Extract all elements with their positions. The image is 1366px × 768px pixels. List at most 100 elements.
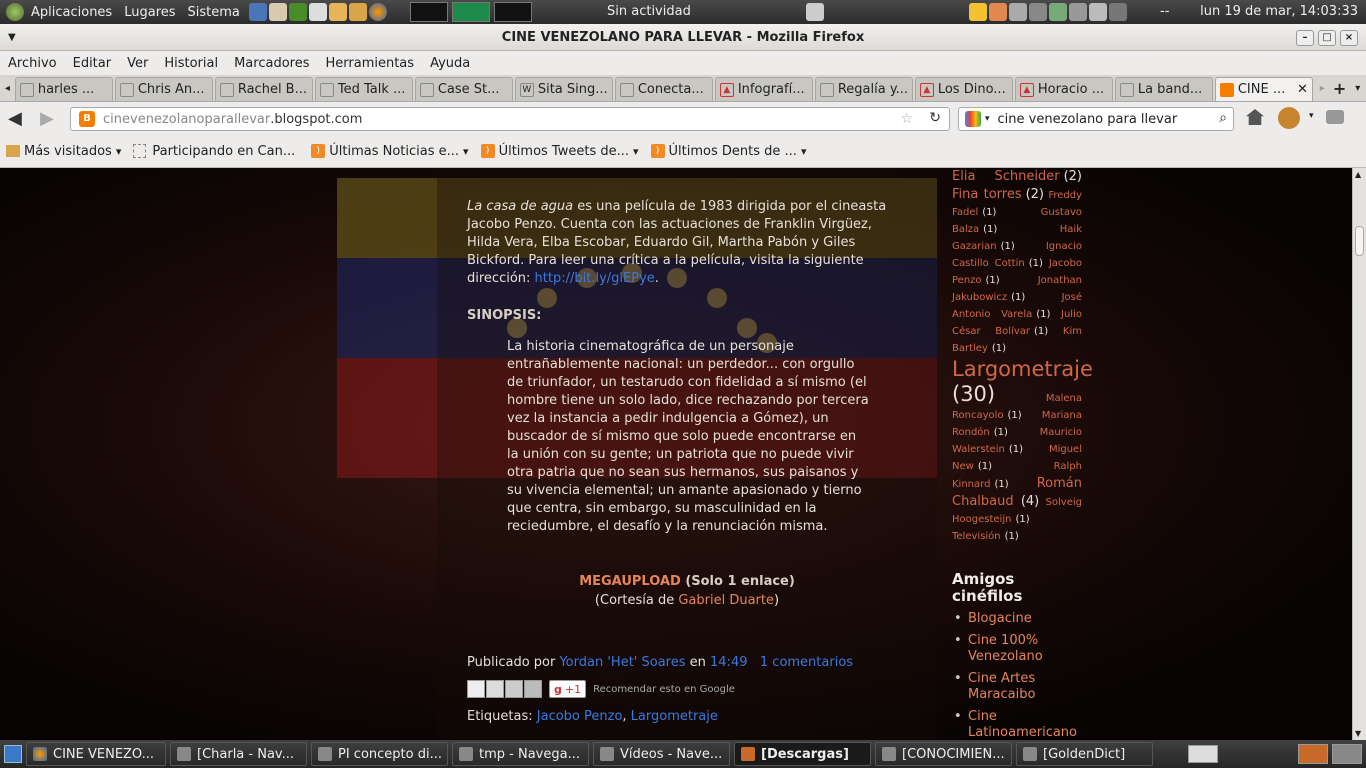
friend-link[interactable]: • Cine Latinoamericano bbox=[952, 709, 1082, 740]
tab-5[interactable]: W Sita Sing... bbox=[514, 77, 613, 101]
notes-applet-icon[interactable] bbox=[1188, 745, 1218, 763]
clock[interactable]: lun 19 de mar, 14:03:33 bbox=[1200, 4, 1358, 19]
close-button[interactable]: × bbox=[1340, 30, 1358, 46]
update-icon[interactable] bbox=[1049, 3, 1067, 21]
facebook-share-icon[interactable] bbox=[524, 680, 542, 698]
tab-8[interactable]: Regalía y... bbox=[814, 77, 913, 101]
maximize-button[interactable]: □ bbox=[1318, 30, 1336, 46]
taskbar-item-7[interactable]: [GoldenDict] bbox=[1016, 742, 1153, 766]
tabs-scroll-left-icon[interactable]: ◂ bbox=[0, 83, 15, 94]
menu-lugares[interactable]: Lugares bbox=[124, 5, 175, 20]
bookmark-star-icon[interactable]: ☆ bbox=[900, 111, 913, 127]
url-bar[interactable]: B cinevenezolanoparallevar .blogspot.com … bbox=[70, 107, 950, 131]
reload-icon[interactable]: ↻ bbox=[929, 110, 941, 126]
taskbar-item-0[interactable]: CINE VENEZO... bbox=[26, 742, 166, 766]
addon-extra-icon[interactable] bbox=[1326, 110, 1344, 124]
addon-dropdown-icon[interactable]: ▾ bbox=[1309, 111, 1314, 121]
tab-4[interactable]: Case St... bbox=[414, 77, 513, 101]
leaf-icon[interactable] bbox=[288, 3, 307, 21]
tag-largometraje[interactable]: Largometraje bbox=[631, 709, 718, 724]
list-all-tabs-icon[interactable]: ▾ bbox=[1349, 83, 1366, 94]
menu-ayuda[interactable]: Ayuda bbox=[430, 56, 470, 71]
window-menu-icon[interactable]: ▼ bbox=[8, 24, 16, 51]
workspace-firefox-icon[interactable] bbox=[1298, 744, 1328, 764]
sidebar-label-link[interactable]: Fina torres (2) bbox=[952, 187, 1044, 202]
forward-arrow-icon[interactable]: ▶ bbox=[40, 108, 54, 129]
menu-aplicaciones[interactable]: Aplicaciones bbox=[31, 5, 112, 20]
workspace-switcher-icon[interactable] bbox=[1332, 744, 1362, 764]
email-share-icon[interactable] bbox=[467, 680, 485, 698]
taskbar-item-3[interactable]: tmp - Navega... bbox=[452, 742, 589, 766]
tab-10[interactable]: ▲ Horacio ... bbox=[1014, 77, 1113, 101]
google-icon[interactable] bbox=[806, 3, 824, 21]
home-icon[interactable] bbox=[1246, 109, 1264, 125]
settings-icon[interactable] bbox=[1029, 3, 1047, 21]
menu-historial[interactable]: Historial bbox=[164, 56, 218, 71]
sidebar-label-link[interactable]: Televisión (1) bbox=[952, 531, 1019, 542]
bookmark-0[interactable]: Más visitados ▾ bbox=[6, 144, 121, 159]
minimize-button[interactable]: – bbox=[1296, 30, 1314, 46]
megaupload-link[interactable]: MEGAUPLOAD bbox=[579, 574, 681, 589]
scroll-down-icon[interactable]: ▼ bbox=[1355, 729, 1361, 738]
editor-icon[interactable] bbox=[308, 3, 327, 21]
search-input[interactable]: cine venezolano para llevar bbox=[998, 112, 1178, 127]
friend-link[interactable]: • Cine Artes Maracaibo bbox=[952, 671, 1082, 703]
brightness-icon[interactable] bbox=[1109, 3, 1127, 21]
tab-7[interactable]: ▲ Infografí... bbox=[714, 77, 813, 101]
tag-jacobo-penzo[interactable]: Jacobo Penzo bbox=[537, 709, 623, 724]
menu-editar[interactable]: Editar bbox=[73, 56, 112, 71]
menu-marcadores[interactable]: Marcadores bbox=[234, 56, 309, 71]
pen-icon[interactable] bbox=[1089, 3, 1107, 21]
tab-3[interactable]: Ted Talk ... bbox=[314, 77, 413, 101]
blogger-share-icon[interactable] bbox=[486, 680, 504, 698]
twitter-share-icon[interactable] bbox=[505, 680, 523, 698]
search-icon[interactable]: ⌕ bbox=[1219, 110, 1227, 126]
network-tools-icon[interactable] bbox=[248, 3, 267, 21]
terminal-icon[interactable] bbox=[268, 3, 287, 21]
taskbar-item-5[interactable]: [Descargas] bbox=[734, 742, 871, 766]
courtesy-link[interactable]: Gabriel Duarte bbox=[678, 593, 774, 608]
new-tab-icon[interactable]: + bbox=[1330, 79, 1350, 98]
search-box[interactable]: ▾ cine venezolano para llevar ⌕ bbox=[958, 107, 1234, 131]
time-link[interactable]: 14:49 bbox=[710, 655, 747, 670]
google-search-engine-icon[interactable] bbox=[965, 111, 981, 127]
menu-ver[interactable]: Ver bbox=[127, 56, 148, 71]
taskbar-item-6[interactable]: [CONOCIMIEN... bbox=[875, 742, 1012, 766]
gplus-button[interactable]: g +1 bbox=[549, 680, 587, 698]
tab-9[interactable]: ▲ Los Dino... bbox=[914, 77, 1013, 101]
menu-archivo[interactable]: Archivo bbox=[8, 56, 57, 71]
friend-link[interactable]: • Blogacine bbox=[952, 611, 1082, 627]
close-tab-icon[interactable]: ✕ bbox=[1297, 82, 1308, 97]
taskbar-item-4[interactable]: Vídeos - Nave... bbox=[593, 742, 730, 766]
tab-6[interactable]: Conecta... bbox=[614, 77, 713, 101]
back-arrow-icon[interactable]: ◀ bbox=[8, 108, 22, 129]
taskbar-item-1[interactable]: [Charla - Nav... bbox=[170, 742, 307, 766]
comments-link[interactable]: 1 comentarios bbox=[760, 655, 853, 670]
firefox-launcher-icon[interactable] bbox=[368, 3, 387, 21]
page-scrollbar[interactable]: ▲ ▼ bbox=[1352, 168, 1366, 740]
menu-herramientas[interactable]: Herramientas bbox=[326, 56, 415, 71]
home-folder-icon[interactable] bbox=[328, 3, 347, 21]
tab-12[interactable]: CINE ... ✕ bbox=[1214, 77, 1313, 101]
engine-dropdown-icon[interactable]: ▾ bbox=[985, 114, 990, 124]
tab-0[interactable]: harles ... bbox=[14, 77, 113, 101]
bookmark-1[interactable]: Participando en Can... bbox=[133, 144, 299, 159]
taskbar-item-2[interactable]: PI concepto di... bbox=[311, 742, 448, 766]
scroll-thumb[interactable] bbox=[1355, 226, 1364, 256]
sidebar-label-link[interactable]: Elia Schneider (2) bbox=[952, 169, 1082, 184]
folder-icon[interactable] bbox=[348, 3, 367, 21]
critique-link[interactable]: http://bit.ly/glEPye bbox=[535, 271, 655, 286]
ubuntu-logo-icon[interactable] bbox=[6, 3, 24, 21]
friend-link[interactable]: • Cine 100% Venezolano bbox=[952, 633, 1082, 665]
bookmark-4[interactable]: ) Últimos Dents de ... ▾ bbox=[650, 144, 806, 159]
scroll-up-icon[interactable]: ▲ bbox=[1355, 170, 1361, 179]
notes-icon[interactable] bbox=[969, 3, 987, 21]
keyboard-icon[interactable] bbox=[1069, 3, 1087, 21]
show-desktop-icon[interactable] bbox=[4, 745, 22, 763]
bookmark-2[interactable]: ) Últimas Noticias e... ▾ bbox=[311, 144, 469, 159]
pidgin-icon[interactable] bbox=[989, 3, 1007, 21]
bookmark-3[interactable]: ) Últimos Tweets de... ▾ bbox=[480, 144, 639, 159]
addon-monkey-icon[interactable] bbox=[1278, 107, 1300, 129]
author-link[interactable]: Yordan 'Het' Soares bbox=[559, 655, 685, 670]
tabs-scroll-right-icon[interactable]: ▸ bbox=[1315, 83, 1330, 94]
